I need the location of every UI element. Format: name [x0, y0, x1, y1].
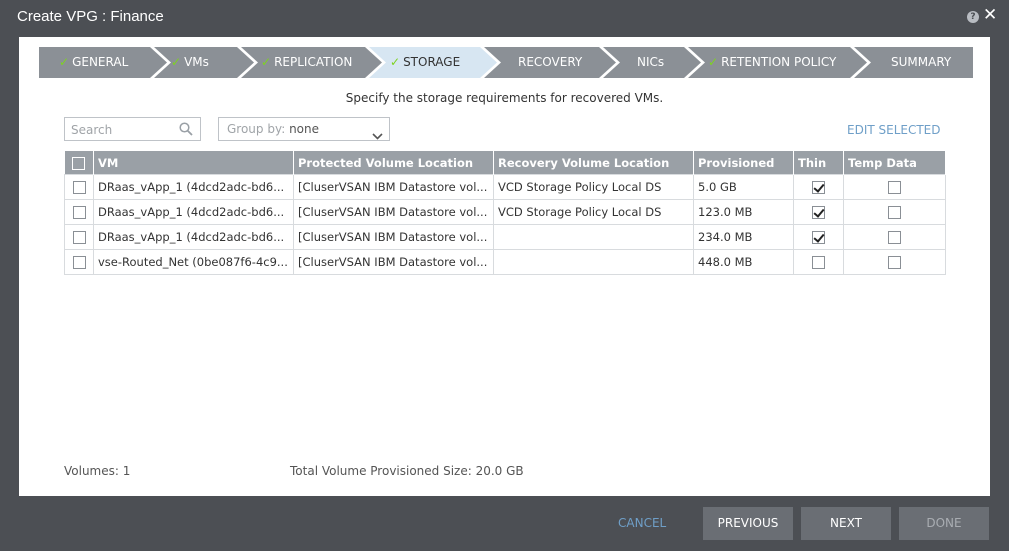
step-label-summary: SUMMARY [891, 55, 952, 69]
row-select-cell [64, 199, 94, 225]
select-all-checkbox[interactable] [72, 156, 86, 170]
temp-data-cell [843, 199, 946, 225]
checkmark-icon: ✓ [708, 55, 719, 69]
recovery-volume-cell[interactable]: VCD Storage Policy Local DS [493, 174, 694, 200]
protected-volume-cell: [CluserVSAN IBM Datastore vol... [293, 249, 494, 275]
search-box[interactable] [64, 117, 201, 141]
checkmark-icon: ✓ [390, 55, 401, 69]
dialog-titlebar: Create VPG : Finance ? ✕ [0, 0, 1009, 36]
checkmark-icon: ✓ [59, 55, 70, 69]
row-select-checkbox[interactable] [72, 256, 86, 269]
group-by-select[interactable]: Group by: none [218, 117, 390, 141]
column-header-thin[interactable]: Thin [793, 151, 844, 175]
temp-data-checkbox[interactable] [888, 181, 901, 194]
thin-cell [793, 224, 844, 250]
help-icon[interactable]: ? [967, 11, 979, 23]
step-label-retention-policy: RETENTION POLICY [721, 55, 837, 69]
vm-cell: DRaas_vApp_1 (4dcd2adc-bd6... [93, 224, 294, 250]
temp-data-cell [843, 174, 946, 200]
checkmark-icon: ✓ [171, 55, 182, 69]
select-all-header [64, 151, 94, 175]
row-select-cell [64, 249, 94, 275]
vm-cell: DRaas_vApp_1 (4dcd2adc-bd6... [93, 199, 294, 225]
provisioned-cell: 123.0 MB [693, 199, 794, 225]
provisioned-cell: 234.0 MB [693, 224, 794, 250]
step-storage[interactable]: ✓ STORAGE [390, 47, 460, 78]
temp-data-checkbox[interactable] [888, 206, 901, 219]
recovery-volume-cell[interactable] [493, 224, 694, 250]
total-provisioned-size: Total Volume Provisioned Size: 20.0 GB [290, 464, 524, 478]
recovery-volume-cell[interactable] [493, 249, 694, 275]
thin-checkbox[interactable] [812, 181, 825, 194]
temp-data-cell [843, 224, 946, 250]
step-label-nics: NICs [637, 55, 665, 69]
table-row[interactable]: DRaas_vApp_1 (4dcd2adc-bd6... [CluserVSA… [64, 199, 946, 225]
volumes-count: Volumes: 1 [64, 464, 131, 478]
table-row[interactable]: vse-Routed_Net (0be087f6-4c9... [CluserV… [64, 249, 946, 275]
step-vms[interactable]: ✓ VMs [171, 47, 209, 78]
row-select-checkbox[interactable] [72, 231, 86, 244]
thin-cell [793, 199, 844, 225]
previous-button[interactable]: PREVIOUS [703, 507, 793, 540]
wizard-steps: ✓ GENERAL ✓ VMs ✓ REPLICATION ✓ STORAGE RECO… [39, 47, 973, 78]
vm-cell: DRaas_vApp_1 (4dcd2adc-bd6... [93, 174, 294, 200]
temp-data-checkbox[interactable] [888, 231, 901, 244]
step-replication[interactable]: ✓ REPLICATION [261, 47, 352, 78]
temp-data-checkbox[interactable] [888, 256, 901, 269]
step-retention-policy[interactable]: ✓ RETENTION POLICY [708, 47, 836, 78]
step-general[interactable]: ✓ GENERAL [59, 47, 128, 78]
dialog-body: ✓ GENERAL ✓ VMs ✓ REPLICATION ✓ STORAGE RECO… [19, 37, 990, 496]
thin-checkbox[interactable] [812, 231, 825, 244]
recovery-volume-cell[interactable]: VCD Storage Policy Local DS [493, 199, 694, 225]
protected-volume-cell: [CluserVSAN IBM Datastore vol... [293, 174, 494, 200]
step-label-storage: STORAGE [403, 55, 461, 69]
column-header-vm[interactable]: VM [93, 151, 294, 175]
step-label-recovery: RECOVERY [518, 55, 583, 69]
protected-volume-cell: [CluserVSAN IBM Datastore vol... [293, 199, 494, 225]
next-button[interactable]: NEXT [801, 507, 891, 540]
group-by-value: none [289, 122, 320, 136]
provisioned-cell: 5.0 GB [693, 174, 794, 200]
table-row[interactable]: DRaas_vApp_1 (4dcd2adc-bd6... [CluserVSA… [64, 224, 946, 250]
close-icon[interactable]: ✕ [983, 7, 997, 24]
table-header-row: VM Protected Volume Location Recovery Vo… [64, 151, 946, 175]
column-header-provisioned[interactable]: Provisioned [693, 151, 794, 175]
thin-cell [793, 249, 844, 275]
page-subtitle: Specify the storage requirements for rec… [345, 91, 664, 105]
column-header-recovery-volume-location[interactable]: Recovery Volume Location [493, 151, 694, 175]
vm-cell: vse-Routed_Net (0be087f6-4c9... [93, 249, 294, 275]
edit-selected-link[interactable]: EDIT SELECTED [847, 123, 941, 137]
column-header-temp-data[interactable]: Temp Data [843, 151, 946, 175]
group-by-label: Group by: [227, 122, 286, 136]
storage-table: VM Protected Volume Location Recovery Vo… [64, 151, 946, 275]
row-select-cell [64, 224, 94, 250]
search-input[interactable] [69, 121, 183, 139]
search-icon[interactable] [179, 122, 193, 139]
cancel-button[interactable]: CANCEL [618, 516, 666, 530]
chevron-down-icon[interactable] [372, 125, 383, 147]
temp-data-cell [843, 249, 946, 275]
done-button[interactable]: DONE [899, 507, 989, 540]
provisioned-cell: 448.0 MB [693, 249, 794, 275]
step-nics[interactable]: NICs [637, 47, 664, 78]
table-row[interactable]: DRaas_vApp_1 (4dcd2adc-bd6... [CluserVSA… [64, 174, 946, 200]
row-select-checkbox[interactable] [72, 181, 86, 194]
row-select-checkbox[interactable] [72, 206, 86, 219]
thin-checkbox[interactable] [812, 256, 825, 269]
step-label-vms: VMs [184, 55, 209, 69]
thin-cell [793, 174, 844, 200]
step-label-general: GENERAL [72, 55, 129, 69]
dialog-title: Create VPG : Finance [17, 8, 164, 25]
step-summary[interactable]: SUMMARY [891, 47, 951, 78]
step-label-replication: REPLICATION [274, 55, 353, 69]
thin-checkbox[interactable] [812, 206, 825, 219]
protected-volume-cell: [CluserVSAN IBM Datastore vol... [293, 224, 494, 250]
row-select-cell [64, 174, 94, 200]
step-recovery[interactable]: RECOVERY [518, 47, 582, 78]
checkmark-icon: ✓ [261, 55, 272, 69]
column-header-protected-volume-location[interactable]: Protected Volume Location [293, 151, 494, 175]
